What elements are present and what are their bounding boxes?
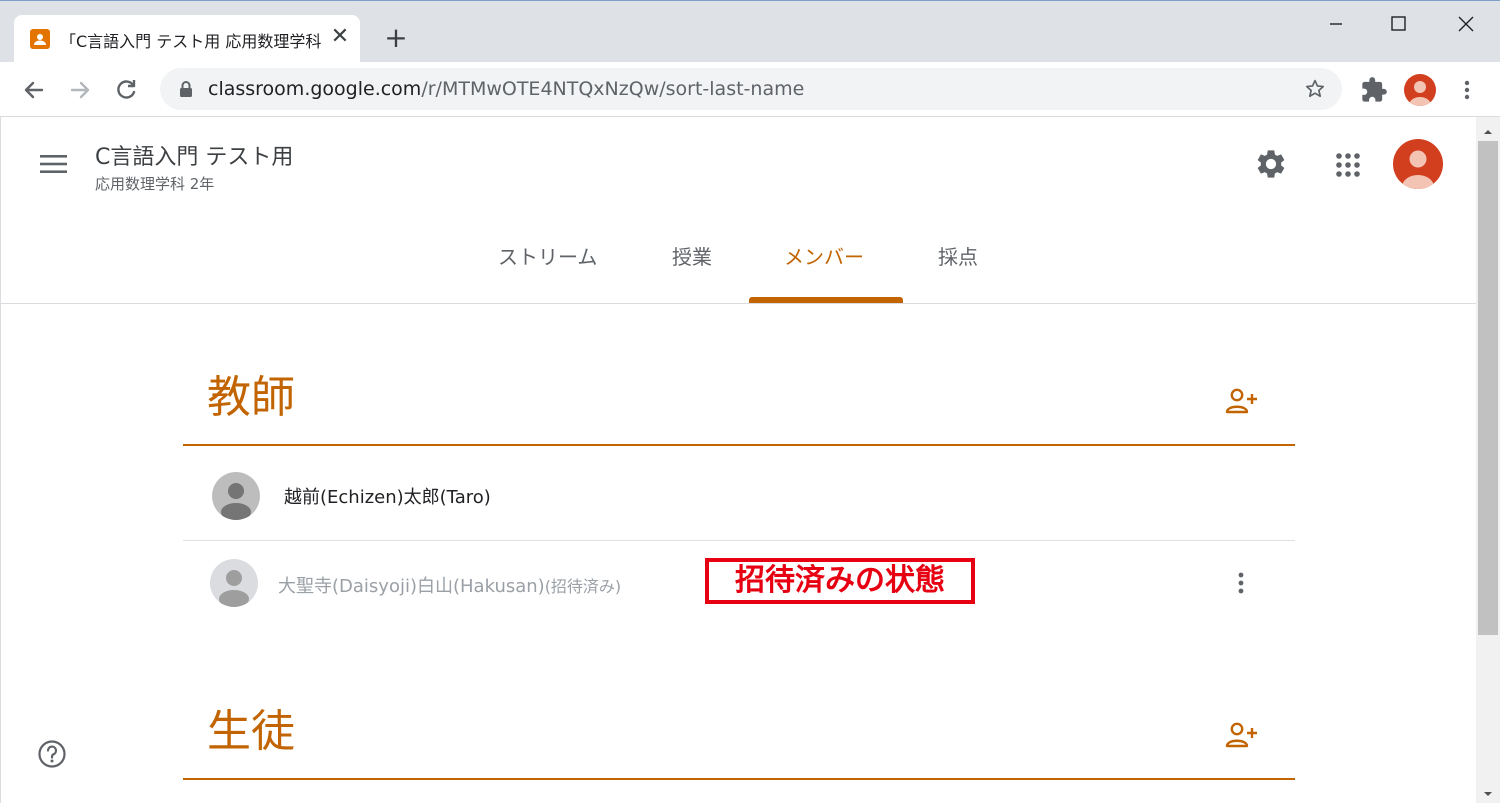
new-tab-button[interactable]: + <box>382 23 410 53</box>
browser-tab[interactable]: 「C言語入門 テスト用 応用数理学科 ✕ <box>14 15 360 63</box>
tab-classwork[interactable]: 授業 <box>672 241 712 270</box>
invited-status-annotation: 招待済みの状態 <box>705 558 975 604</box>
hamburger-menu-icon[interactable] <box>37 150 69 178</box>
invited-teacher-name: 大聖寺(Daisyoji)白山(Hakusan)(招待済み) <box>278 572 621 598</box>
invited-status: (招待済み) <box>544 577 622 596</box>
tabs-divider <box>1 303 1476 304</box>
browser-toolbar: classroom.google.com/r/MTMwOTE4NTQxNzQw/… <box>0 62 1500 117</box>
class-section: 応用数理学科 2年 <box>95 175 215 193</box>
url-text: classroom.google.com/r/MTMwOTE4NTQxNzQw/… <box>208 78 804 100</box>
teachers-heading: 教師 <box>207 372 295 423</box>
back-arrow-icon[interactable] <box>20 76 48 104</box>
tab-stream[interactable]: ストリーム <box>498 241 597 270</box>
students-heading: 生徒 <box>207 706 295 757</box>
extensions-puzzle-icon[interactable] <box>1360 76 1388 104</box>
invited-teacher-avatar <box>210 559 258 607</box>
classroom-page: C言語入門 テスト用 応用数理学科 2年 ストリーム 授業 メンバー 採点 教師… <box>0 117 1476 803</box>
google-apps-grid-icon[interactable] <box>1332 149 1364 181</box>
more-options-icon[interactable] <box>1229 569 1253 597</box>
teachers-section-rule <box>183 444 1295 446</box>
invited-teacher-name-text: 大聖寺(Daisyoji)白山(Hakusan) <box>278 576 545 597</box>
lock-icon[interactable] <box>178 80 194 98</box>
scrollbar-thumb[interactable] <box>1478 141 1498 635</box>
help-icon[interactable] <box>37 739 67 769</box>
scroll-down-arrow-icon[interactable] <box>1482 785 1494 797</box>
maximize-window-icon[interactable] <box>1378 9 1418 39</box>
account-avatar[interactable] <box>1393 139 1443 189</box>
tab-people[interactable]: メンバー <box>784 241 864 270</box>
url-host: classroom.google.com <box>208 78 422 100</box>
address-bar[interactable]: classroom.google.com/r/MTMwOTE4NTQxNzQw/… <box>160 68 1342 110</box>
tab-grades[interactable]: 採点 <box>938 241 978 270</box>
page-scrollbar[interactable] <box>1476 117 1500 803</box>
teacher-name: 越前(Echizen)太郎(Taro) <box>284 487 491 508</box>
close-tab-icon[interactable]: ✕ <box>328 25 352 49</box>
browser-titlebar: 「C言語入門 テスト用 応用数理学科 ✕ + <box>0 0 1500 63</box>
classroom-favicon-icon <box>30 29 50 49</box>
teacher-avatar <box>212 472 260 520</box>
settings-gear-icon[interactable] <box>1254 147 1288 181</box>
url-path: /r/MTMwOTE4NTQxNzQw/sort-last-name <box>421 78 805 100</box>
forward-arrow-icon[interactable] <box>66 76 94 104</box>
minimize-window-icon[interactable] <box>1316 9 1356 39</box>
row-divider <box>183 540 1295 541</box>
close-window-icon[interactable] <box>1446 9 1486 39</box>
bookmark-star-icon[interactable] <box>1304 78 1326 100</box>
scroll-up-arrow-icon[interactable] <box>1482 123 1494 135</box>
invite-teacher-icon[interactable] <box>1224 386 1258 416</box>
reload-icon[interactable] <box>112 76 140 104</box>
class-title[interactable]: C言語入門 テスト用 <box>95 139 293 171</box>
browser-tab-title: 「C言語入門 テスト用 応用数理学科 <box>60 32 322 51</box>
students-section-rule <box>183 778 1295 780</box>
invite-student-icon[interactable] <box>1224 720 1258 750</box>
browser-menu-icon[interactable] <box>1456 76 1478 104</box>
profile-avatar[interactable] <box>1404 74 1436 106</box>
